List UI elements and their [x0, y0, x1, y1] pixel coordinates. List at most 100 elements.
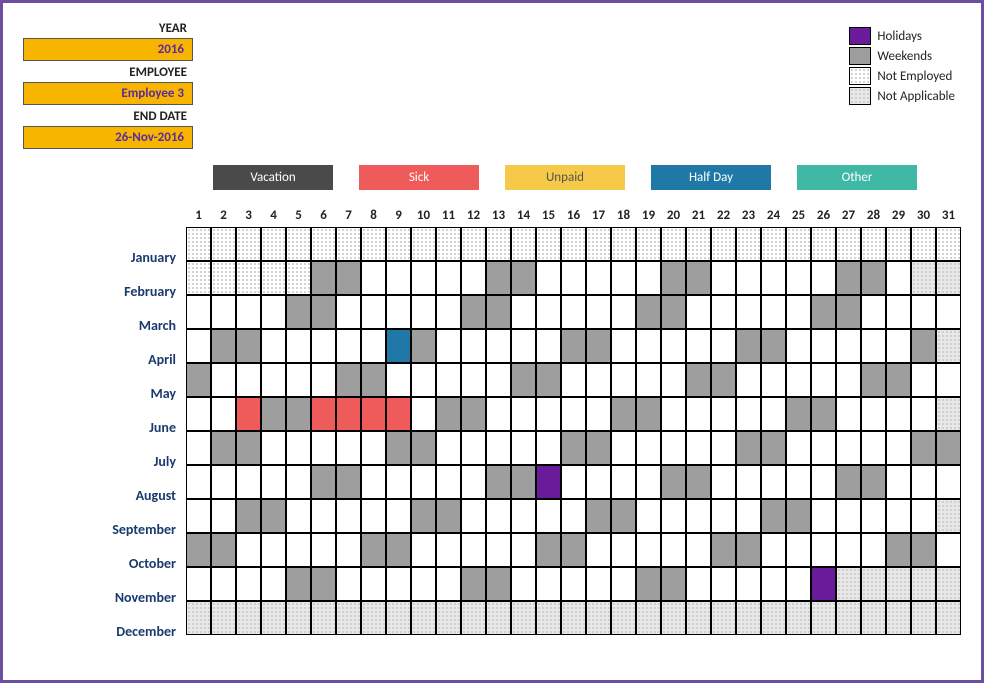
day-cell[interactable] — [186, 329, 211, 363]
day-cell[interactable] — [586, 329, 611, 363]
day-cell[interactable] — [911, 295, 936, 329]
day-cell[interactable] — [261, 329, 286, 363]
day-cell[interactable] — [486, 533, 511, 567]
day-cell[interactable] — [411, 465, 436, 499]
day-cell[interactable] — [311, 567, 336, 601]
day-cell[interactable] — [611, 431, 636, 465]
day-cell[interactable] — [661, 227, 686, 261]
day-cell[interactable] — [436, 533, 461, 567]
day-cell[interactable] — [861, 397, 886, 431]
day-cell[interactable] — [686, 601, 711, 635]
day-cell[interactable] — [636, 261, 661, 295]
day-cell[interactable] — [761, 601, 786, 635]
day-cell[interactable] — [236, 261, 261, 295]
day-cell[interactable] — [236, 567, 261, 601]
day-cell[interactable] — [561, 261, 586, 295]
day-cell[interactable] — [386, 567, 411, 601]
day-cell[interactable] — [436, 261, 461, 295]
day-cell[interactable] — [786, 329, 811, 363]
day-cell[interactable] — [386, 499, 411, 533]
day-cell[interactable] — [761, 499, 786, 533]
day-cell[interactable] — [736, 363, 761, 397]
day-cell[interactable] — [786, 261, 811, 295]
day-cell[interactable] — [636, 465, 661, 499]
day-cell[interactable] — [536, 227, 561, 261]
day-cell[interactable] — [336, 601, 361, 635]
day-cell[interactable] — [886, 295, 911, 329]
day-cell[interactable] — [711, 465, 736, 499]
day-cell[interactable] — [836, 295, 861, 329]
day-cell[interactable] — [786, 295, 811, 329]
day-cell[interactable] — [636, 567, 661, 601]
day-cell[interactable] — [261, 261, 286, 295]
day-cell[interactable] — [211, 329, 236, 363]
day-cell[interactable] — [636, 363, 661, 397]
day-cell[interactable] — [186, 431, 211, 465]
day-cell[interactable] — [811, 431, 836, 465]
day-cell[interactable] — [761, 227, 786, 261]
day-cell[interactable] — [936, 295, 961, 329]
day-cell[interactable] — [886, 533, 911, 567]
day-cell[interactable] — [711, 397, 736, 431]
day-cell[interactable] — [886, 601, 911, 635]
day-cell[interactable] — [736, 465, 761, 499]
day-cell[interactable] — [261, 533, 286, 567]
day-cell[interactable] — [261, 397, 286, 431]
day-cell[interactable] — [386, 601, 411, 635]
day-cell[interactable] — [711, 431, 736, 465]
day-cell[interactable] — [286, 499, 311, 533]
day-cell[interactable] — [761, 261, 786, 295]
day-cell[interactable] — [511, 601, 536, 635]
day-cell[interactable] — [511, 261, 536, 295]
day-cell[interactable] — [286, 363, 311, 397]
day-cell[interactable] — [486, 329, 511, 363]
day-cell[interactable] — [736, 601, 761, 635]
day-cell[interactable] — [786, 227, 811, 261]
day-cell[interactable] — [736, 261, 761, 295]
day-cell[interactable] — [811, 601, 836, 635]
day-cell[interactable] — [936, 261, 961, 295]
day-cell[interactable] — [486, 227, 511, 261]
day-cell[interactable] — [911, 431, 936, 465]
day-cell[interactable] — [861, 261, 886, 295]
day-cell[interactable] — [536, 465, 561, 499]
day-cell[interactable] — [411, 601, 436, 635]
day-cell[interactable] — [236, 533, 261, 567]
day-cell[interactable] — [186, 295, 211, 329]
day-cell[interactable] — [286, 533, 311, 567]
day-cell[interactable] — [861, 567, 886, 601]
day-cell[interactable] — [886, 499, 911, 533]
day-cell[interactable] — [686, 363, 711, 397]
day-cell[interactable] — [861, 465, 886, 499]
day-cell[interactable] — [836, 261, 861, 295]
day-cell[interactable] — [836, 567, 861, 601]
day-cell[interactable] — [836, 227, 861, 261]
day-cell[interactable] — [411, 261, 436, 295]
day-cell[interactable] — [661, 567, 686, 601]
day-cell[interactable] — [936, 567, 961, 601]
day-cell[interactable] — [286, 295, 311, 329]
day-cell[interactable] — [336, 499, 361, 533]
day-cell[interactable] — [811, 261, 836, 295]
day-cell[interactable] — [836, 363, 861, 397]
day-cell[interactable] — [911, 397, 936, 431]
day-cell[interactable] — [286, 227, 311, 261]
day-cell[interactable] — [611, 465, 636, 499]
day-cell[interactable] — [486, 431, 511, 465]
day-cell[interactable] — [586, 533, 611, 567]
day-cell[interactable] — [561, 601, 586, 635]
day-cell[interactable] — [211, 601, 236, 635]
day-cell[interactable] — [686, 329, 711, 363]
day-cell[interactable] — [561, 397, 586, 431]
day-cell[interactable] — [836, 533, 861, 567]
day-cell[interactable] — [236, 465, 261, 499]
day-cell[interactable] — [311, 261, 336, 295]
day-cell[interactable] — [861, 227, 886, 261]
day-cell[interactable] — [211, 567, 236, 601]
day-cell[interactable] — [886, 363, 911, 397]
day-cell[interactable] — [211, 227, 236, 261]
day-cell[interactable] — [786, 363, 811, 397]
day-cell[interactable] — [661, 329, 686, 363]
day-cell[interactable] — [936, 329, 961, 363]
day-cell[interactable] — [711, 499, 736, 533]
